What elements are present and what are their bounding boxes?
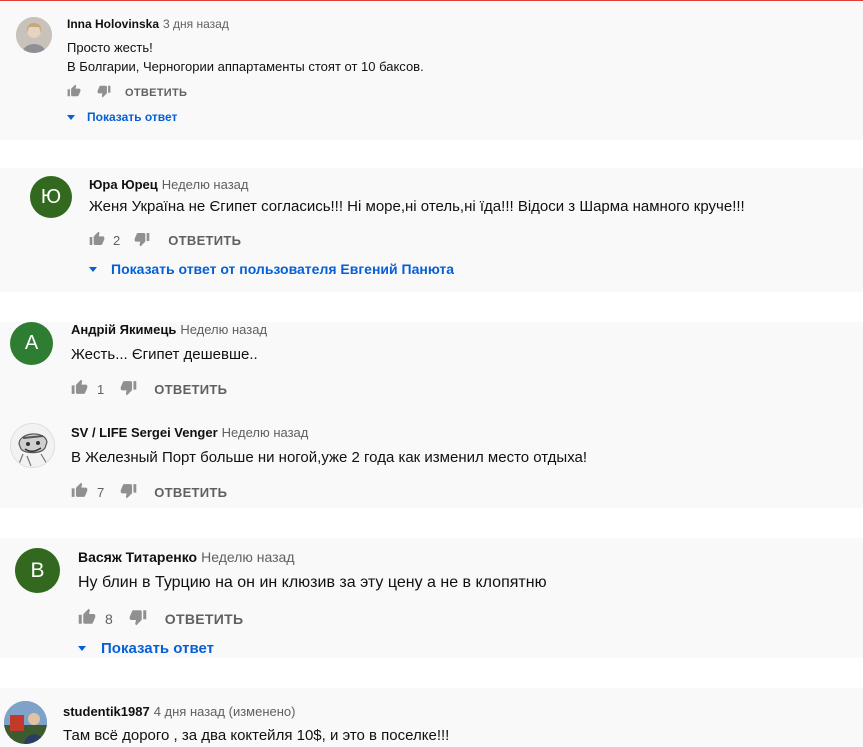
comment-actions: 1 ОТВЕТИТЬ (71, 379, 227, 399)
author-name[interactable]: Андрій Якимець (71, 322, 176, 337)
thumbs-up-icon[interactable] (89, 231, 105, 250)
show-replies-label: Показать ответ (87, 110, 178, 124)
author-name[interactable]: studentik1987 (63, 704, 150, 719)
reply-button[interactable]: ОТВЕТИТЬ (165, 611, 244, 627)
top-accent-line (0, 0, 863, 1)
comment-time[interactable]: 3 дня назад (163, 17, 229, 31)
author-name[interactable]: Юра Юрец (89, 177, 158, 192)
reply-button[interactable]: ОТВЕТИТЬ (125, 87, 187, 99)
comment-time[interactable]: Неделю назад (201, 549, 294, 565)
thumbs-down-icon[interactable] (120, 482, 137, 502)
reply-button[interactable]: ОТВЕТИТЬ (168, 233, 241, 248)
comment-text: Ну блин в Турцию на он ин клюзив за эту … (78, 574, 547, 591)
comment-actions: 7 ОТВЕТИТЬ (71, 482, 227, 502)
author-name[interactable]: Васяж Титаренко (78, 549, 197, 565)
chevron-down-icon (67, 114, 75, 120)
user-photo-icon (16, 17, 52, 53)
cartoon-avatar-icon (11, 424, 54, 467)
thumbs-up-icon[interactable] (67, 84, 81, 101)
comment-header: Васяж Титаренко Неделю назад (78, 549, 294, 565)
comment-time[interactable]: Неделю назад (222, 425, 309, 440)
reply-button[interactable]: ОТВЕТИТЬ (154, 485, 227, 500)
comment-text: Просто жесть! В Болгарии, Черногории апп… (67, 38, 424, 76)
author-name[interactable]: SV / LIFE Sergei Venger (71, 425, 218, 440)
comment-text: В Железный Порт больше ни ногой,уже 2 го… (71, 449, 588, 466)
comment-header: Юра Юрец Неделю назад (89, 177, 248, 192)
thumbs-up-icon[interactable] (71, 482, 88, 502)
thumbs-down-icon[interactable] (120, 379, 137, 399)
user-avatar[interactable]: В (15, 548, 60, 593)
user-avatar[interactable] (4, 701, 47, 744)
show-replies-label: Показать ответ от пользователя Евгений П… (111, 261, 455, 277)
show-replies-button[interactable]: Показать ответ от пользователя Евгений П… (89, 261, 454, 277)
thumbs-down-icon[interactable] (129, 608, 147, 629)
reply-button[interactable]: ОТВЕТИТЬ (154, 382, 227, 397)
user-photo-icon (4, 701, 47, 744)
comment-header: studentik1987 4 дня назад (изменено) (63, 704, 295, 719)
comment-actions: 2 ОТВЕТИТЬ (89, 231, 241, 250)
comment-text: Женя Україна не Єгипет согласись!!! Ні м… (89, 198, 745, 215)
comment-text-line: Просто жесть! (67, 40, 153, 55)
avatar-letter: А (24, 332, 39, 354)
comment-time[interactable]: Неделю назад (180, 322, 267, 337)
user-avatar[interactable]: Ю (30, 176, 72, 218)
thumbs-down-icon[interactable] (97, 84, 111, 101)
show-replies-label: Показать ответ (101, 640, 214, 657)
like-count: 1 (97, 381, 105, 397)
comment-header: SV / LIFE Sergei Venger Неделю назад (71, 425, 308, 440)
thumbs-up-icon[interactable] (71, 379, 88, 399)
show-replies-button[interactable]: Показать ответ (78, 640, 214, 657)
comment-text: Жесть... Єгипет дешевше.. (71, 346, 258, 363)
like-count: 8 (105, 610, 113, 627)
avatar-letter: В (30, 558, 45, 582)
comment-time[interactable]: 4 дня назад (изменено) (154, 704, 296, 719)
comment-header: Inna Holovinska 3 дня назад (67, 17, 229, 31)
comment-text-line: В Болгарии, Черногории аппартаменты стоя… (67, 59, 424, 74)
user-avatar[interactable] (10, 423, 55, 468)
comment-actions: ОТВЕТИТЬ (67, 84, 187, 101)
chevron-down-icon (89, 266, 97, 272)
avatar-letter: Ю (40, 185, 62, 208)
chevron-down-icon (78, 646, 86, 651)
comment-header: Андрій Якимець Неделю назад (71, 322, 267, 337)
show-replies-button[interactable]: Показать ответ (67, 110, 177, 124)
like-count: 2 (113, 233, 121, 248)
user-avatar[interactable]: А (10, 322, 53, 365)
comment-time[interactable]: Неделю назад (162, 177, 249, 192)
user-avatar[interactable] (16, 17, 52, 53)
comment-actions: 8 ОТВЕТИТЬ (78, 608, 243, 629)
author-name[interactable]: Inna Holovinska (67, 17, 159, 31)
thumbs-down-icon[interactable] (134, 231, 150, 250)
thumbs-up-icon[interactable] (78, 608, 96, 629)
comment-text: Там всё дорого , за два коктейля 10$, и … (63, 727, 450, 744)
like-count: 7 (97, 484, 105, 500)
